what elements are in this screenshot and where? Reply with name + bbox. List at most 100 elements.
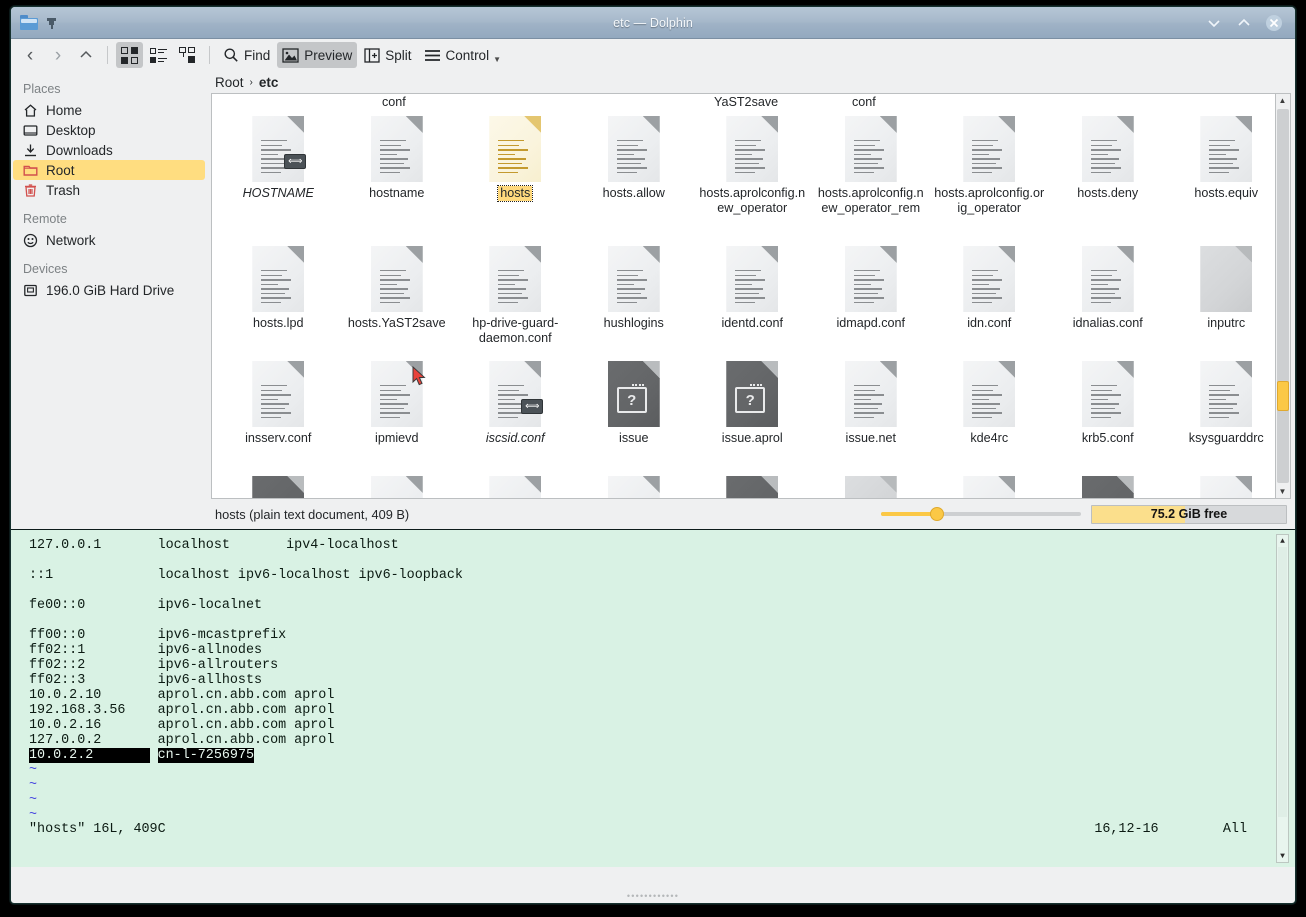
downloads-icon bbox=[23, 143, 38, 158]
document-icon bbox=[370, 246, 423, 312]
file-item[interactable]: identd.conf bbox=[693, 246, 812, 361]
file-item[interactable] bbox=[575, 476, 694, 498]
document-icon bbox=[726, 116, 779, 182]
file-item[interactable] bbox=[1167, 476, 1275, 498]
file-item[interactable]: hosts.aprolconfig.new_operator_rem bbox=[812, 116, 931, 246]
split-icon bbox=[364, 47, 380, 63]
sidebar-item-downloads[interactable]: Downloads bbox=[13, 140, 205, 160]
file-item[interactable] bbox=[456, 476, 575, 498]
file-item[interactable]: ipmievd bbox=[338, 361, 457, 476]
file-item[interactable]: hosts.allow bbox=[575, 116, 694, 246]
file-item[interactable] bbox=[930, 476, 1049, 498]
breadcrumb-current[interactable]: etc bbox=[259, 75, 279, 90]
scrollbar-thumb[interactable] bbox=[1277, 381, 1289, 411]
document-icon bbox=[489, 246, 542, 312]
file-item[interactable]: idnalias.conf bbox=[1049, 246, 1168, 361]
file-name-label: hosts.lpd bbox=[253, 316, 304, 330]
document-icon bbox=[607, 476, 660, 498]
file-item[interactable] bbox=[338, 476, 457, 498]
sidebar-item-hard-drive[interactable]: 196.0 GiB Hard Drive bbox=[13, 280, 205, 300]
view-compact-button[interactable] bbox=[145, 42, 172, 68]
file-item[interactable]: idmapd.conf bbox=[812, 246, 931, 361]
terminal-scrollbar[interactable]: ▲ ▼ bbox=[1276, 534, 1289, 863]
file-item[interactable]: krb5.conf bbox=[1049, 361, 1168, 476]
file-item[interactable]: issue.net bbox=[812, 361, 931, 476]
back-button[interactable]: ‹ bbox=[17, 42, 43, 68]
file-item[interactable]: hushlogins bbox=[575, 246, 694, 361]
network-icon bbox=[23, 233, 38, 248]
document-lines bbox=[616, 270, 647, 307]
file-grid-row: HOSTNAME hostname hosts hosts.allow hosts.ap… bbox=[219, 116, 1275, 246]
file-item[interactable]: ? bbox=[693, 476, 812, 498]
sidebar-item-trash[interactable]: Trash bbox=[13, 180, 205, 200]
preview-button[interactable]: Preview bbox=[277, 42, 358, 68]
file-item[interactable]: hosts.deny bbox=[1049, 116, 1168, 246]
file-item[interactable]: hosts bbox=[456, 116, 575, 246]
pin-icon[interactable] bbox=[45, 16, 58, 30]
search-icon bbox=[224, 48, 238, 62]
forward-button[interactable]: › bbox=[45, 42, 71, 68]
file-name-label: hostname bbox=[369, 186, 425, 200]
file-name-label: ipmievd bbox=[375, 431, 419, 445]
up-button[interactable] bbox=[73, 42, 99, 68]
file-item[interactable]: hosts.aprolconfig.orig_operator bbox=[930, 116, 1049, 246]
sidebar-item-label: Trash bbox=[46, 182, 81, 198]
minimize-icon[interactable] bbox=[1205, 14, 1223, 32]
file-grid[interactable]: conf YaST2save conf HOSTNAME hostname hosts h… bbox=[211, 93, 1276, 499]
view-icons-button[interactable] bbox=[116, 42, 143, 68]
breadcrumb-root[interactable]: Root bbox=[215, 75, 244, 90]
document-icon bbox=[844, 361, 897, 427]
terminal-panel[interactable]: 127.0.0.1 localhost ipv4-localhost::1 lo… bbox=[11, 529, 1295, 867]
file-name-label: inputrc bbox=[1207, 316, 1246, 330]
file-item[interactable]: ? issue bbox=[575, 361, 694, 476]
file-item[interactable]: ksysguarddrc bbox=[1167, 361, 1275, 476]
sidebar-item-label: Root bbox=[46, 162, 75, 178]
document-lines bbox=[498, 270, 529, 307]
split-button[interactable]: Split bbox=[359, 42, 416, 68]
file-item[interactable]: ? issue.aprol bbox=[693, 361, 812, 476]
file-item[interactable]: insserv.conf bbox=[219, 361, 338, 476]
sidebar-item-desktop[interactable]: Desktop bbox=[13, 120, 205, 140]
sidebar-item-root[interactable]: Root bbox=[13, 160, 205, 180]
view-details-button[interactable] bbox=[174, 42, 201, 68]
terminal-scroll-down-icon[interactable]: ▼ bbox=[1277, 850, 1288, 862]
scroll-up-icon[interactable]: ▲ bbox=[1276, 94, 1289, 107]
file-item[interactable]: hosts.aprolconfig.new_operator bbox=[693, 116, 812, 246]
terminal-scroll-up-icon[interactable]: ▲ bbox=[1277, 535, 1288, 547]
maximize-icon[interactable] bbox=[1235, 14, 1253, 32]
terminal-line: 127.0.0.1 localhost ipv4-localhost bbox=[29, 538, 399, 553]
highlight-left: 10.0.2.2 bbox=[29, 748, 150, 763]
file-item[interactable]: hp-drive-guard-daemon.conf bbox=[456, 246, 575, 361]
file-item[interactable]: HOSTNAME bbox=[219, 116, 338, 246]
zoom-slider[interactable] bbox=[881, 506, 1081, 522]
file-item[interactable]: hosts.YaST2save bbox=[338, 246, 457, 361]
find-button[interactable]: Find bbox=[218, 42, 275, 68]
file-item[interactable]: idn.conf bbox=[930, 246, 1049, 361]
document-icon bbox=[844, 116, 897, 182]
file-item[interactable] bbox=[812, 476, 931, 498]
desktop: etc — Dolphin ‹ › Find Preview Split Con… bbox=[0, 0, 1306, 917]
close-icon[interactable] bbox=[1265, 14, 1283, 32]
control-button[interactable]: Control ▼ bbox=[419, 42, 507, 68]
zoom-slider-knob[interactable] bbox=[930, 507, 944, 521]
desktop-icon bbox=[23, 123, 38, 138]
terminal-scrollbar-thumb[interactable] bbox=[1278, 547, 1287, 817]
file-name-label: hosts.aprolconfig.orig_operator bbox=[934, 186, 1045, 215]
file-view-scrollbar[interactable]: ▲ ▼ bbox=[1276, 93, 1291, 499]
file-item[interactable]: iscsid.conf bbox=[456, 361, 575, 476]
sidebar-group-remote-title: Remote bbox=[23, 212, 67, 226]
scrollbar-track[interactable] bbox=[1277, 109, 1289, 483]
splitter-grip-icon[interactable]: •••••••••••• bbox=[627, 891, 679, 901]
file-item[interactable]: hostname bbox=[338, 116, 457, 246]
sidebar-item-network[interactable]: Network bbox=[13, 230, 205, 250]
file-item[interactable]: ? bbox=[219, 476, 338, 498]
free-space-indicator[interactable]: 75.2 GiB free bbox=[1091, 504, 1287, 524]
file-item[interactable]: ? bbox=[1049, 476, 1168, 498]
file-item[interactable]: hosts.lpd bbox=[219, 246, 338, 361]
sidebar-item-home[interactable]: Home bbox=[13, 100, 205, 120]
scroll-down-icon[interactable]: ▼ bbox=[1276, 485, 1289, 498]
file-item[interactable]: hosts.equiv bbox=[1167, 116, 1275, 246]
file-item[interactable]: inputrc bbox=[1167, 246, 1275, 361]
file-item[interactable]: kde4rc bbox=[930, 361, 1049, 476]
document-icon bbox=[252, 361, 305, 427]
